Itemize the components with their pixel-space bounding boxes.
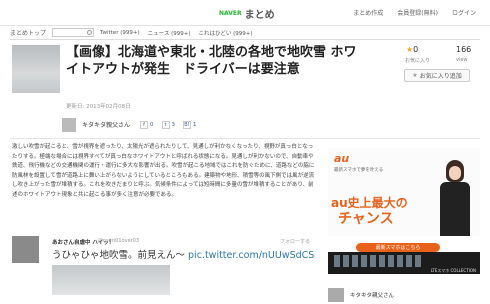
site-header: NAVER まとめ まとめ作成 会員登録(無料) ログイン: [0, 0, 490, 26]
ad-banner: au 最新スマホで夢を叶える au史上最大の チャンス: [328, 148, 480, 236]
twitter-share[interactable]: t 3: [161, 120, 175, 129]
logo-matome: まとめ: [244, 10, 275, 21]
login-link[interactable]: ログイン: [452, 8, 476, 17]
article-body: 激しい吹雪が起こると、雪が視界を遮ったり、太陽光が遮られたりして、見通しが利かな…: [12, 144, 315, 198]
ad-cta-button[interactable]: 最新スマホはこちら: [356, 243, 440, 252]
follow-button[interactable]: フォローする: [280, 238, 310, 245]
stats-box: ★0 166 お気に入り view ★ お気に入り追加: [398, 43, 478, 87]
add-favorite-label: お気に入り追加: [419, 73, 462, 80]
ad-footer-text: LTEスマホ COLLECTION: [430, 268, 476, 273]
ad-footer: LTEスマホ COLLECTION: [328, 252, 480, 274]
favorite-label: お気に入り: [405, 58, 431, 64]
ad-brand-logo: au: [334, 152, 350, 165]
avatar[interactable]: [62, 117, 76, 132]
sub-navigation: まとめトップ Twitter (999+) ニュース (999+) これはひどい…: [10, 26, 480, 40]
ad-lead-text: 最新スマホで夢を叶える: [334, 168, 384, 173]
view-label: view: [456, 57, 468, 63]
site-logo[interactable]: NAVER まとめ: [219, 6, 275, 21]
tweet-handle[interactable]: @oseri01over03: [98, 238, 139, 244]
hatena-bookmark[interactable]: B! 1: [183, 120, 197, 129]
nav-home[interactable]: まとめトップ: [10, 28, 46, 37]
tab-news[interactable]: ニュース (999+): [148, 29, 191, 37]
tweet-avatar[interactable]: [12, 236, 39, 263]
article-title: 【画像】北海道や東北・北陸の各地で地吹雪 ホワイトアウトが発生 ドライバーは要注…: [66, 45, 357, 77]
header-links: まとめ作成 会員登録(無料) ログイン: [353, 8, 476, 17]
facebook-share[interactable]: f 0: [140, 120, 154, 129]
star-icon: ★: [412, 72, 418, 79]
advertisement[interactable]: au 最新スマホで夢を叶える au史上最大の チャンス 最新スマホはこちら LT…: [328, 148, 480, 274]
avatar[interactable]: [328, 288, 344, 302]
create-matome-link[interactable]: まとめ作成: [353, 8, 383, 17]
view-count: 166: [456, 45, 472, 54]
ad-model-image: [436, 156, 474, 236]
article-thumbnail: [12, 45, 60, 93]
tweet-link[interactable]: pic.twitter.com/nUUwSdCS: [188, 250, 314, 261]
tab-twitter[interactable]: Twitter (999+): [100, 30, 140, 36]
logo-naver: NAVER: [219, 10, 242, 17]
favorite-count: ★0: [406, 45, 419, 54]
tweet-text: うひゃひゃ地吹雪。前見えん〜 pic.twitter.com/nUUwSdCS: [52, 250, 315, 261]
add-favorite-button[interactable]: ★ お気に入り追加: [404, 69, 470, 82]
twitter-icon: t: [161, 120, 170, 129]
sidebar-author-name[interactable]: キタキタ親父さん: [350, 291, 394, 299]
search-icon[interactable]: [87, 30, 93, 35]
author-name[interactable]: キタキタ親父さん: [82, 120, 130, 129]
article-date: 更新日: 2013年02月08日: [66, 104, 131, 110]
tab-korehahidoi[interactable]: これはひどい (999+): [198, 29, 252, 37]
tweet-image[interactable]: [52, 265, 170, 295]
ad-phone-lineup: [334, 255, 421, 267]
sidebar-author[interactable]: キタキタ親父さん: [328, 286, 480, 304]
search-input[interactable]: [52, 28, 95, 37]
author-bar: キタキタ親父さん f 0 t 3 B! 1: [62, 114, 318, 135]
facebook-icon: f: [140, 120, 149, 129]
embedded-tweet: あおさん自虐中 ハイッ！ @oseri01over03 フォローする うひゃひゃ…: [12, 236, 332, 296]
hatena-icon: B!: [183, 120, 192, 129]
ad-headline-2: チャンス: [338, 211, 394, 227]
register-link[interactable]: 会員登録(無料): [397, 8, 438, 17]
divider: [10, 138, 480, 139]
